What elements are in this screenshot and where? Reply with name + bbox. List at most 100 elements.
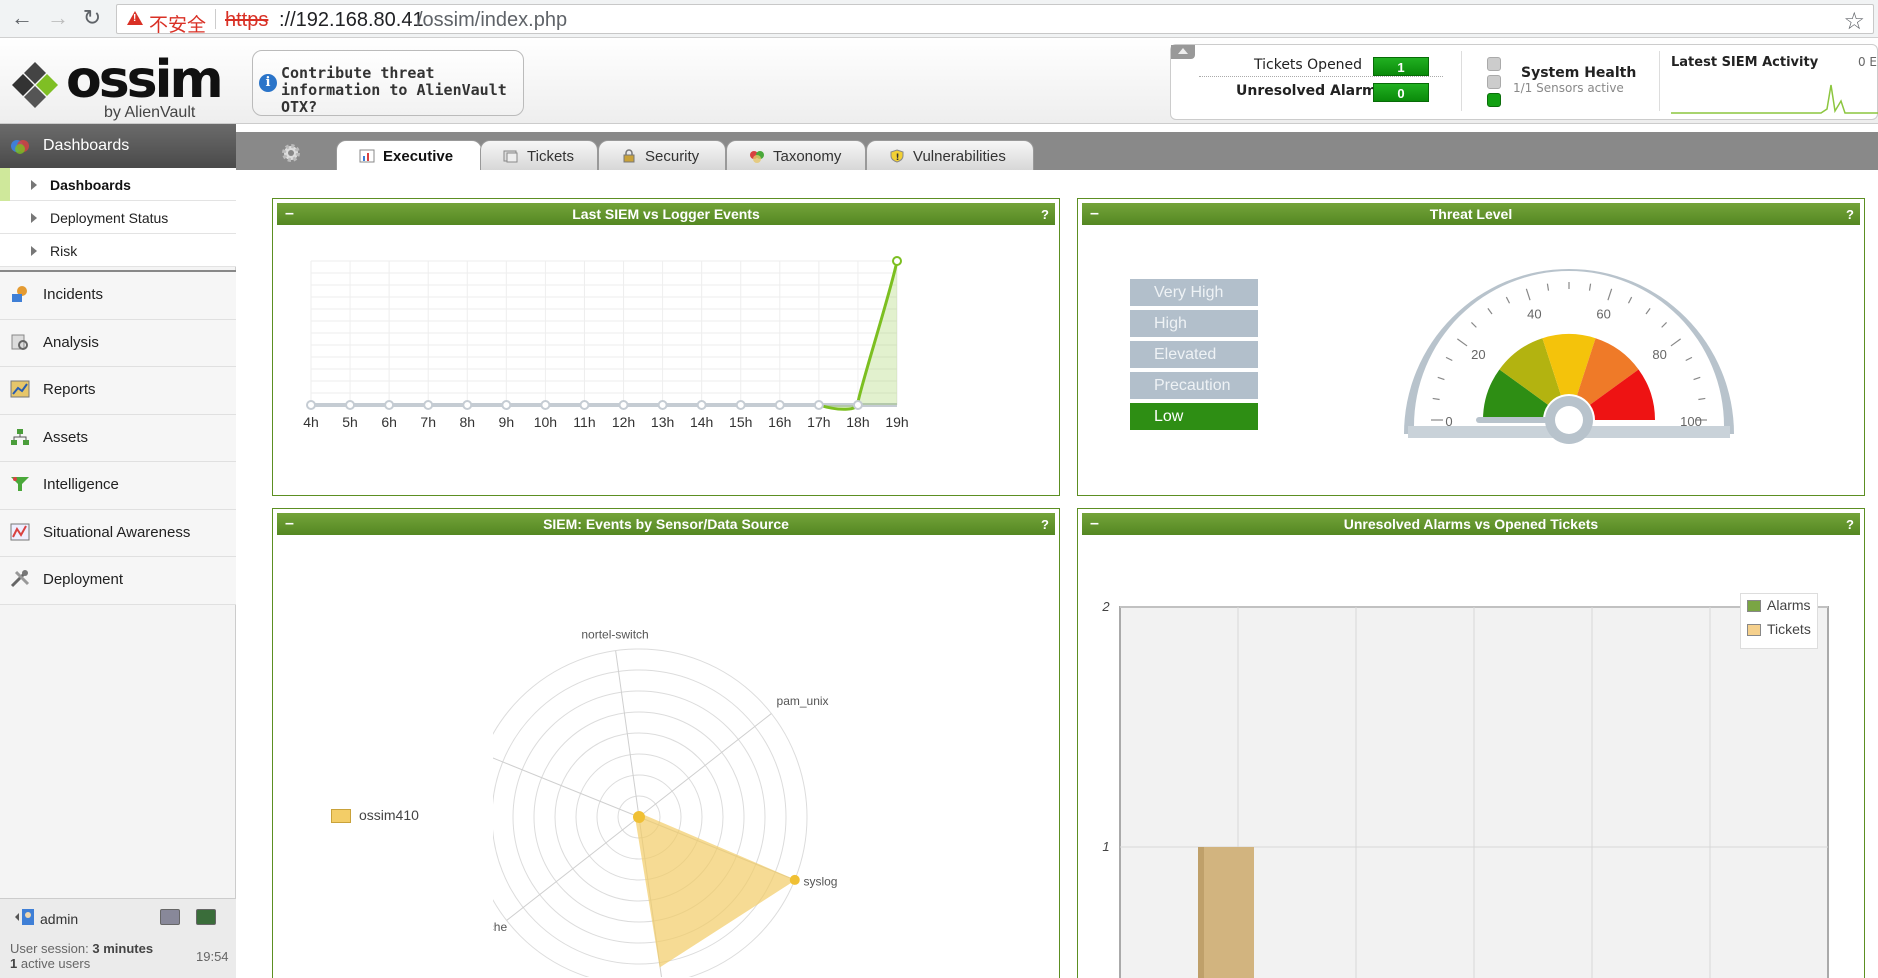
- data-point: [657, 400, 668, 410]
- x-tick-label: 4h: [303, 414, 319, 430]
- dashboards-icon: [11, 140, 29, 154]
- tab-taxonomy[interactable]: Taxonomy: [726, 140, 866, 170]
- submenu-item-dashboards[interactable]: Dashboards: [0, 168, 236, 201]
- data-point: [501, 400, 512, 410]
- user-name[interactable]: admin: [40, 911, 78, 927]
- system-health-title[interactable]: System Health: [1521, 65, 1636, 81]
- submenu-item-deployment-status[interactable]: Deployment Status: [0, 201, 236, 234]
- logo-word: ossim: [66, 50, 224, 110]
- data-point: [774, 400, 785, 410]
- latest-siem-title[interactable]: Latest SIEM Activity: [1671, 55, 1818, 70]
- radar-axis-label: pam_unix: [777, 694, 829, 708]
- help-icon[interactable]: ?: [1041, 204, 1049, 226]
- bookmark-star-icon[interactable]: ☆: [1843, 7, 1865, 36]
- minimize-icon[interactable]: –: [285, 203, 294, 225]
- radar-series-area: [634, 812, 796, 968]
- unresolved-alarms-label: Unresolved Alarms: [1236, 83, 1385, 99]
- panel-header: – Unresolved Alarms vs Opened Tickets ?: [1082, 513, 1860, 535]
- submenu-item-risk[interactable]: Risk: [0, 234, 236, 267]
- reload-icon[interactable]: ↻: [80, 7, 104, 31]
- health-light-icon: [1487, 93, 1501, 107]
- deployment-icon: [10, 570, 30, 588]
- radar-axis-label: apache: [493, 920, 507, 934]
- x-tick-label: 16h: [768, 414, 791, 430]
- data-point: [852, 400, 863, 410]
- panel-title: SIEM: Events by Sensor/Data Source: [543, 516, 789, 532]
- sidebar-item-analysis[interactable]: Analysis: [0, 319, 236, 367]
- x-tick-label: 9h: [499, 414, 515, 430]
- x-tick-label: 6h: [381, 414, 397, 430]
- submenu-item-label: Dashboards: [50, 177, 131, 193]
- panel-alarms-vs-tickets: – Unresolved Alarms vs Opened Tickets ? …: [1077, 508, 1865, 978]
- radar-spoke: [615, 650, 640, 818]
- chevron-right-icon: [31, 180, 37, 190]
- gear-icon[interactable]: [280, 142, 302, 164]
- user-bar: admin User session: 3 minutes 1 active u…: [0, 898, 236, 978]
- radar-spoke: [638, 713, 772, 818]
- panel-header: – Last SIEM vs Logger Events ?: [277, 203, 1055, 225]
- sidebar-item-label: Assets: [43, 428, 89, 446]
- otx-banner-text: Contribute threat information to AlienVa…: [281, 64, 507, 116]
- sidebar-item-assets[interactable]: Assets: [0, 414, 236, 462]
- system-health-sub: 1/1 Sensors active: [1513, 81, 1624, 95]
- gauge-tick-label: 100: [1680, 414, 1702, 429]
- forward-arrow-icon[interactable]: →: [46, 7, 70, 31]
- panel-title: Unresolved Alarms vs Opened Tickets: [1343, 516, 1599, 532]
- sidebar-item-label: Deployment: [43, 571, 124, 588]
- tickets-opened-badge[interactable]: 1: [1373, 57, 1429, 76]
- submenu-item-label: Risk: [50, 243, 78, 259]
- minimize-icon[interactable]: –: [1090, 203, 1099, 225]
- submenu-item-label: Deployment Status: [50, 210, 169, 226]
- collapse-up-icon[interactable]: [1171, 45, 1195, 59]
- sidebar-item-label: Incidents: [43, 286, 104, 303]
- sidebar-item-incidents[interactable]: Incidents: [0, 272, 236, 320]
- otx-banner[interactable]: i Contribute threat information to Alien…: [252, 50, 524, 116]
- threat-level-precaution: Precaution: [1130, 372, 1258, 399]
- data-point: [892, 256, 902, 266]
- minimize-icon[interactable]: –: [285, 513, 294, 535]
- sidebar-item-deployment[interactable]: Deployment: [0, 557, 236, 605]
- user-icon[interactable]: [14, 907, 36, 927]
- sidebar-item-label: Reports: [43, 381, 96, 398]
- warning-icon: [127, 11, 143, 25]
- ossim-logo[interactable]: ossim by AlienVault: [10, 50, 224, 121]
- sidebar-item-reports[interactable]: Reports: [0, 367, 236, 415]
- help-icon[interactable]: ?: [1041, 514, 1049, 536]
- chevron-right-icon: [31, 246, 37, 256]
- info-icon: i: [259, 74, 277, 92]
- tab-vulnerabilities[interactable]: ! Vulnerabilities: [866, 140, 1034, 170]
- tab-executive[interactable]: Executive: [336, 140, 482, 171]
- x-tick-label: 18h: [846, 414, 869, 430]
- session-info: User session: 3 minutes 1 active users: [10, 941, 153, 971]
- bar-legend: Alarms Tickets: [1740, 593, 1818, 649]
- session-prefix: User session:: [10, 941, 93, 956]
- back-arrow-icon[interactable]: ←: [10, 7, 34, 31]
- radar-axis-label: syslog: [803, 874, 837, 888]
- data-point: [579, 400, 590, 410]
- tab-strip: [236, 170, 1878, 172]
- sidebar-item-dashboards[interactable]: Dashboards: [0, 124, 236, 168]
- dashboard-tabbar: Executive Tickets Security Taxonomy ! Vu…: [236, 132, 1878, 171]
- panel-header: – SIEM: Events by Sensor/Data Source ?: [277, 513, 1055, 535]
- tab-tickets[interactable]: Tickets: [480, 140, 598, 170]
- data-point: [618, 400, 629, 410]
- help-icon[interactable]: ?: [1846, 514, 1854, 536]
- x-tick-label: 12h: [612, 414, 635, 430]
- x-tick-label: 15h: [729, 414, 752, 430]
- logo-subtitle: by AlienVault: [104, 104, 196, 121]
- sidebar-item-label: Analysis: [43, 333, 99, 351]
- url-separator: [215, 9, 216, 29]
- address-bar[interactable]: 不安全 https ://192.168.80.41 /ossim/index.…: [116, 4, 1874, 36]
- threat-level-list: Very High High Elevated Precaution Low: [1130, 279, 1258, 434]
- minimize-icon[interactable]: –: [1090, 513, 1099, 535]
- help-icon[interactable]: ?: [1846, 204, 1854, 226]
- unresolved-alarms-badge[interactable]: 0: [1373, 83, 1429, 102]
- sidebar-item-intelligence[interactable]: Intelligence: [0, 462, 236, 510]
- sidebar-item-situational-awareness[interactable]: Situational Awareness: [0, 509, 236, 557]
- legend-label: Tickets: [1767, 621, 1811, 637]
- folder-tool-icon[interactable]: [160, 909, 180, 925]
- tab-security[interactable]: Security: [598, 140, 726, 170]
- terminal-icon[interactable]: [196, 909, 216, 925]
- app-header: ossim by AlienVault i Contribute threat …: [0, 38, 1878, 124]
- legend-swatch: [1747, 624, 1761, 636]
